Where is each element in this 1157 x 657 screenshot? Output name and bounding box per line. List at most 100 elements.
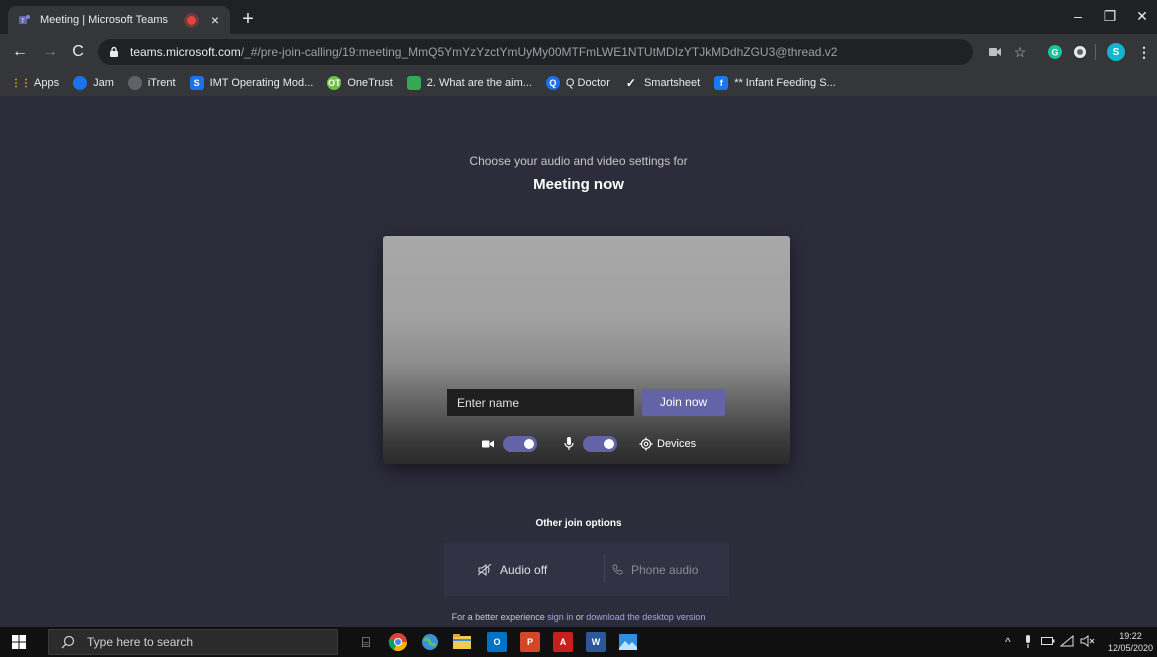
tab-close-button[interactable]: × bbox=[208, 13, 222, 27]
facebook-icon: f bbox=[714, 76, 729, 90]
minimize-button[interactable]: – bbox=[1065, 6, 1091, 26]
tab-title: Meeting | Microsoft Teams bbox=[40, 14, 168, 26]
outlook-icon[interactable]: O bbox=[487, 632, 507, 652]
onetrust-icon: OT bbox=[327, 76, 342, 90]
bookmarks-bar: ⋮⋮ Apps Jam iTrent S IMT Operating Mod... OT On… bbox=[0, 70, 1157, 96]
camera-toggle[interactable] bbox=[503, 436, 537, 452]
photos-icon[interactable] bbox=[618, 632, 638, 652]
bookmark-item[interactable]: ⋮⋮ Apps bbox=[11, 76, 60, 90]
windows-start-icon[interactable] bbox=[12, 635, 26, 649]
device-controls: Devices bbox=[383, 434, 790, 456]
task-view-icon[interactable]: ⌸ bbox=[356, 632, 376, 652]
profile-initial: S bbox=[1112, 46, 1120, 58]
camera-icon bbox=[481, 437, 495, 451]
bookmark-item[interactable]: Q Q Doctor bbox=[545, 76, 610, 90]
bookmark-item[interactable]: ✓ Smartsheet bbox=[624, 76, 700, 90]
close-window-button[interactable]: ✕ bbox=[1129, 6, 1155, 26]
camera-in-use-icon[interactable] bbox=[985, 42, 1005, 62]
tray-expand-icon[interactable]: ^ bbox=[1005, 635, 1011, 649]
audio-off-label: Audio off bbox=[500, 562, 548, 577]
image-icon bbox=[406, 76, 421, 90]
svg-text:G: G bbox=[1052, 48, 1059, 58]
clock-time: 19:22 bbox=[1119, 631, 1142, 641]
new-tab-button[interactable]: + bbox=[238, 9, 258, 29]
url-host: teams.microsoft.com bbox=[130, 45, 241, 59]
address-bar[interactable]: teams.microsoft.com /_#/pre-join-calling… bbox=[98, 39, 973, 65]
speaker-off-icon bbox=[478, 563, 492, 576]
bookmark-label: Smartsheet bbox=[643, 77, 701, 89]
gear-icon[interactable] bbox=[639, 437, 653, 451]
system-clock[interactable]: 19:22 12/05/2020 bbox=[1108, 630, 1153, 654]
microphone-toggle[interactable] bbox=[583, 436, 617, 452]
url-path: /_#/pre-join-calling/19:meeting_MmQ5YmYz… bbox=[240, 45, 838, 59]
lock-icon bbox=[108, 46, 120, 58]
devices-button[interactable]: Devices bbox=[657, 438, 696, 450]
svg-text:T: T bbox=[21, 19, 25, 25]
restore-button[interactable]: ❐ bbox=[1097, 6, 1123, 26]
sharepoint-icon: S bbox=[189, 76, 204, 90]
bookmark-item[interactable]: f ** Infant Feeding S... bbox=[714, 76, 836, 90]
bookmark-label: Apps bbox=[34, 77, 60, 89]
browser-toolbar: ← → C teams.microsoft.com /_#/pre-join-c… bbox=[0, 34, 1157, 70]
download-desktop-link[interactable]: download the desktop version bbox=[586, 612, 705, 622]
other-join-options: Audio off Phone audio bbox=[444, 543, 729, 596]
better-experience-note: For a better experience sign in or downl… bbox=[0, 612, 1157, 622]
volume-muted-icon[interactable] bbox=[1080, 635, 1096, 650]
phone-audio-button[interactable]: Phone audio bbox=[612, 543, 698, 596]
powerpoint-icon[interactable]: P bbox=[520, 632, 540, 652]
jam-icon bbox=[73, 76, 88, 90]
join-now-button[interactable]: Join now bbox=[642, 389, 725, 416]
bookmark-label: ** Infant Feeding S... bbox=[734, 77, 836, 89]
browser-tab[interactable]: T Meeting | Microsoft Teams × bbox=[8, 6, 230, 34]
acrobat-icon[interactable]: A bbox=[553, 632, 573, 652]
video-preview: Join now Devices bbox=[383, 236, 790, 464]
footer-prefix: For a better experience bbox=[451, 612, 548, 622]
bookmark-label: IMT Operating Mod... bbox=[209, 77, 314, 89]
meeting-title: Meeting now bbox=[533, 176, 624, 193]
chrome-icon[interactable] bbox=[388, 632, 408, 652]
browser-menu-icon[interactable]: ⋮ bbox=[1134, 42, 1154, 62]
options-divider bbox=[604, 555, 605, 583]
back-arrow-icon[interactable]: ← bbox=[10, 42, 30, 62]
network-globe-icon[interactable] bbox=[420, 632, 440, 652]
clock-date: 12/05/2020 bbox=[1108, 643, 1154, 653]
apps-grid-icon: ⋮⋮ bbox=[11, 77, 31, 89]
bookmark-item[interactable]: S IMT Operating Mod... bbox=[189, 76, 314, 90]
bookmark-item[interactable]: OT OneTrust bbox=[327, 76, 393, 90]
battery-icon[interactable] bbox=[1041, 635, 1055, 649]
toolbar-divider bbox=[1095, 44, 1096, 60]
extension-icon[interactable] bbox=[1070, 42, 1090, 62]
sign-in-link[interactable]: sign in bbox=[547, 612, 573, 622]
bookmark-label: 2. What are the aim... bbox=[426, 77, 532, 89]
taskbar-search-box[interactable]: Type here to search bbox=[48, 629, 338, 655]
bookmark-label: Q Doctor bbox=[565, 77, 610, 89]
tray-microphone-icon[interactable] bbox=[1023, 635, 1033, 652]
bookmark-label: Jam bbox=[93, 77, 114, 89]
profile-avatar[interactable]: S bbox=[1106, 42, 1126, 62]
bookmark-item[interactable]: Jam bbox=[73, 76, 114, 90]
search-icon bbox=[61, 635, 75, 649]
audio-off-button[interactable]: Audio off bbox=[478, 543, 547, 596]
globe-icon bbox=[127, 76, 142, 90]
word-icon[interactable]: W bbox=[586, 632, 606, 652]
camera-toggle-knob bbox=[524, 439, 534, 449]
microphone-icon bbox=[562, 437, 576, 451]
grammarly-icon[interactable]: G bbox=[1045, 42, 1065, 62]
teams-icon: T bbox=[16, 12, 32, 28]
taskbar-search-placeholder: Type here to search bbox=[87, 635, 194, 649]
qdoctor-icon: Q bbox=[545, 76, 560, 90]
teams-prejoin-screen: Choose your audio and video settings for… bbox=[0, 96, 1157, 627]
bookmark-item[interactable]: iTrent bbox=[127, 76, 176, 90]
wifi-icon[interactable] bbox=[1059, 634, 1074, 650]
name-input[interactable] bbox=[447, 389, 634, 416]
forward-arrow-icon[interactable]: → bbox=[40, 42, 60, 62]
bookmark-label: iTrent bbox=[147, 77, 176, 89]
microphone-toggle-knob bbox=[604, 439, 614, 449]
browser-titlebar: T Meeting | Microsoft Teams × + – ❐ ✕ bbox=[0, 0, 1157, 34]
file-explorer-icon[interactable] bbox=[452, 632, 472, 652]
bookmark-label: OneTrust bbox=[347, 77, 393, 89]
bookmark-item[interactable]: 2. What are the aim... bbox=[406, 76, 532, 90]
bookmark-star-icon[interactable]: ☆ bbox=[1010, 42, 1030, 62]
other-join-options-title: Other join options bbox=[535, 518, 622, 529]
reload-icon[interactable]: C bbox=[68, 42, 88, 62]
